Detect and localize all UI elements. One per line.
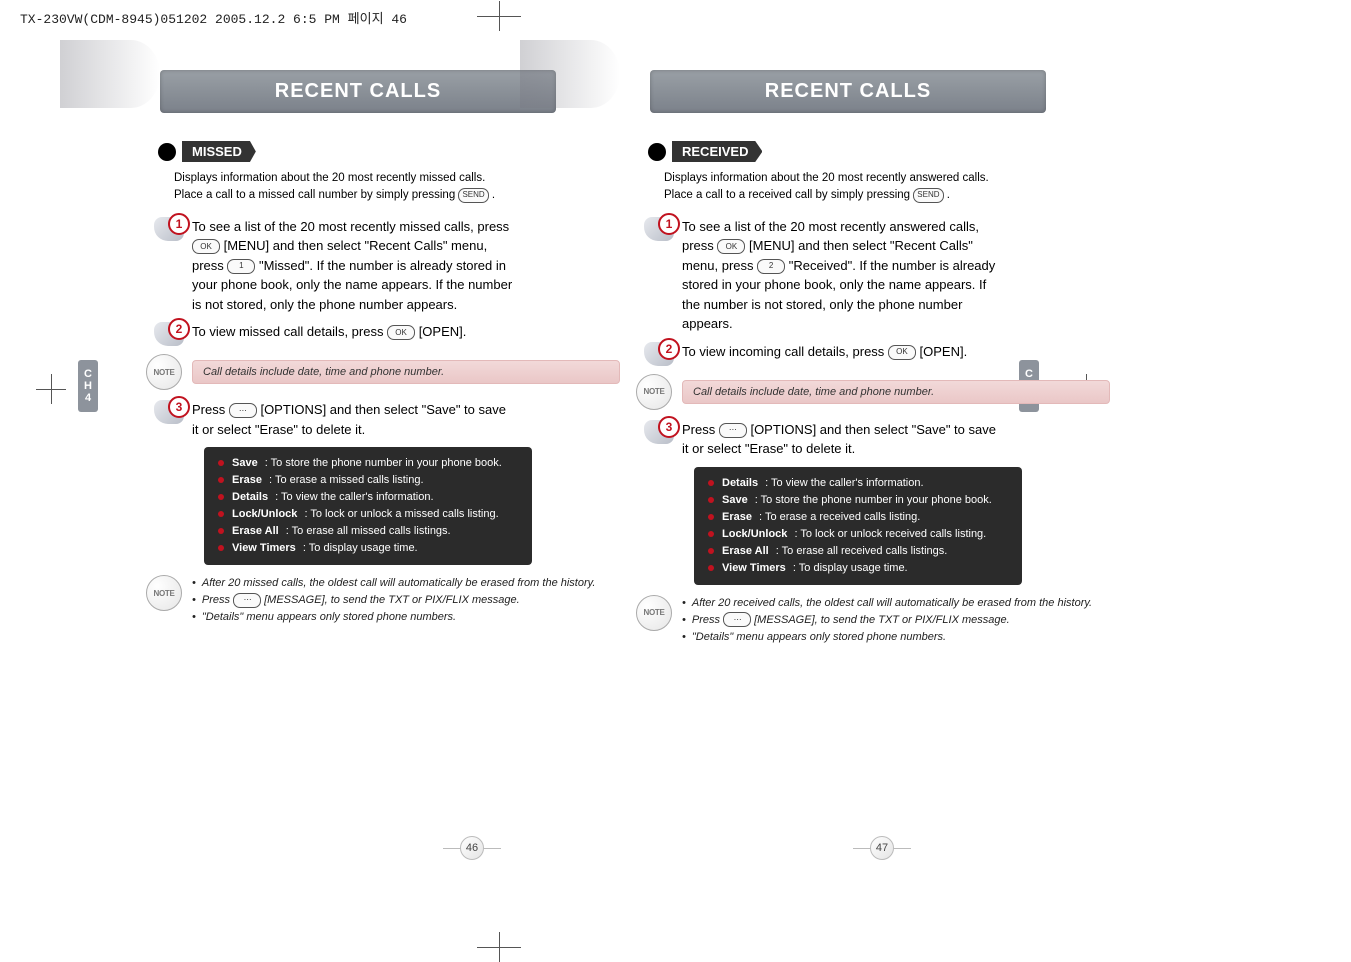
options-item: Save : To store the phone number in your…: [218, 455, 518, 472]
options-item: Erase All : To erase all missed calls li…: [218, 523, 518, 540]
section-dot-icon: [158, 143, 176, 161]
page-right: RECENT CALLS RECEIVED Displays informati…: [520, 40, 1140, 686]
options-key-icon: ⋯: [719, 423, 747, 438]
options-item: Erase : To erase a missed calls listing.: [218, 472, 518, 489]
options-box: Save : To store the phone number in your…: [204, 447, 532, 565]
two-key-icon: 2: [757, 259, 785, 274]
options-item: Erase All : To erase all received calls …: [708, 543, 1008, 560]
message-key-icon: ⋯: [233, 593, 261, 608]
bullet-icon: [218, 494, 224, 500]
ok-key-icon: OK: [717, 239, 745, 254]
title-decor: [60, 40, 160, 108]
note-icon: NOTE: [636, 595, 672, 631]
step-3: 3 Press ⋯ [OPTIONS] and then select "Sav…: [154, 400, 514, 439]
ok-key-icon: OK: [192, 239, 220, 254]
bullet-icon: [708, 514, 714, 520]
bullet-icon: [708, 565, 714, 571]
options-item: View Timers : To display usage time.: [708, 560, 1008, 577]
bullet-icon: [218, 477, 224, 483]
registration-mark-top: [485, 9, 513, 23]
options-key-icon: ⋯: [229, 403, 257, 418]
options-item: Erase : To erase a received calls listin…: [708, 509, 1008, 526]
step-2: 2 To view incoming call details, press O…: [644, 342, 1004, 366]
page-number-left: 46: [460, 836, 484, 860]
one-key-icon: 1: [227, 259, 255, 274]
bullet-icon: [708, 531, 714, 537]
page-title: RECENT CALLS: [650, 70, 1046, 113]
note-row: NOTE After 20 received calls, the oldest…: [636, 595, 1110, 646]
bullet-icon: [218, 545, 224, 551]
note-icon: NOTE: [146, 354, 182, 390]
note-row: NOTE Call details include date, time and…: [636, 374, 1110, 410]
page-number-right: 47: [870, 836, 894, 860]
ok-key-icon: OK: [387, 325, 415, 340]
registration-mark-bottom: [485, 940, 513, 954]
note-text: Call details include date, time and phon…: [682, 380, 1110, 404]
step-3: 3 Press ⋯ [OPTIONS] and then select "Sav…: [644, 420, 1004, 459]
options-item: Details : To view the caller's informati…: [218, 489, 518, 506]
step-1: 1 To see a list of the 20 most recently …: [644, 217, 1004, 334]
send-key-icon: SEND: [913, 188, 943, 203]
intro-text: Displays information about the 20 most r…: [174, 170, 514, 205]
bullet-icon: [218, 460, 224, 466]
options-item: Lock/Unlock : To lock or unlock received…: [708, 526, 1008, 543]
note-icon: NOTE: [146, 575, 182, 611]
note-text: After 20 received calls, the oldest call…: [682, 595, 1110, 646]
step-1: 1 To see a list of the 20 most recently …: [154, 217, 514, 315]
bullet-icon: [708, 548, 714, 554]
section-dot-icon: [648, 143, 666, 161]
bullet-icon: [218, 528, 224, 534]
options-box: Details : To view the caller's informati…: [694, 467, 1022, 585]
options-item: Save : To store the phone number in your…: [708, 492, 1008, 509]
intro-text: Displays information about the 20 most r…: [664, 170, 1004, 205]
title-decor: [520, 40, 620, 108]
message-key-icon: ⋯: [723, 612, 751, 627]
send-key-icon: SEND: [458, 188, 488, 203]
note-icon: NOTE: [636, 374, 672, 410]
section-heading-missed: MISSED: [158, 141, 256, 162]
ok-key-icon: OK: [888, 345, 916, 360]
crop-header: TX-230VW(CDM-8945)051202 2005.12.2 6:5 P…: [20, 8, 407, 27]
options-item: View Timers : To display usage time.: [218, 540, 518, 557]
options-item: Lock/Unlock : To lock or unlock a missed…: [218, 506, 518, 523]
options-item: Details : To view the caller's informati…: [708, 475, 1008, 492]
bullet-icon: [708, 497, 714, 503]
bullet-icon: [708, 480, 714, 486]
step-2: 2 To view missed call details, press OK …: [154, 322, 514, 346]
page-title: RECENT CALLS: [160, 70, 556, 113]
section-heading-received: RECEIVED: [648, 141, 762, 162]
bullet-icon: [218, 511, 224, 517]
